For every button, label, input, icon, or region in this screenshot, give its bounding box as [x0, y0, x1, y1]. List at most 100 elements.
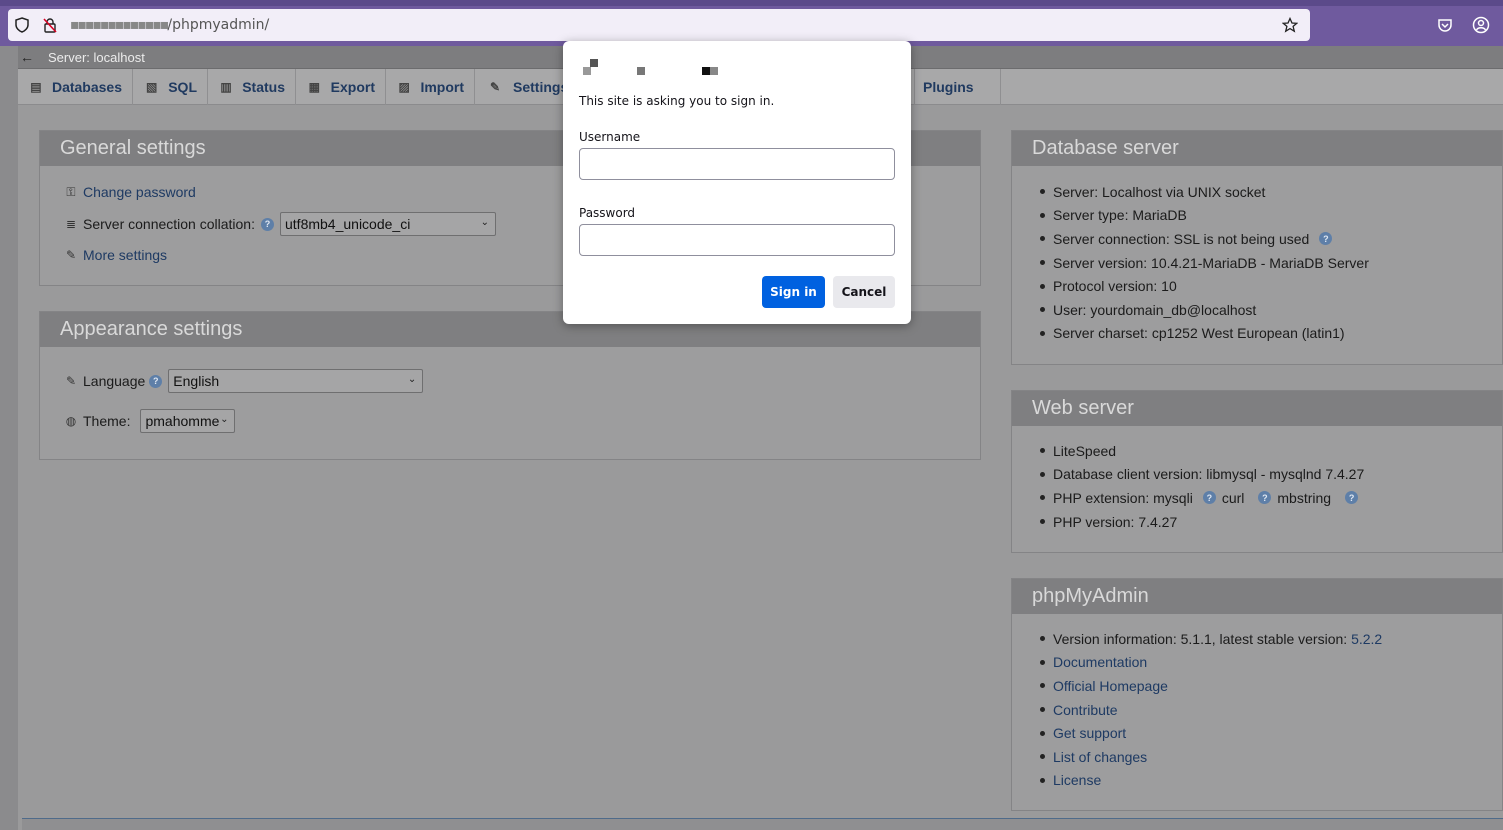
- list-item: Get support: [1040, 721, 1382, 745]
- theme-value: pmahomme: [145, 413, 220, 429]
- sign-in-dialog: This site is asking you to sign in. User…: [563, 41, 911, 324]
- panel-title: phpMyAdmin: [1012, 579, 1502, 614]
- address-bar[interactable]: ▪▪▪▪▪▪▪▪▪▪▪▪▪/phpmyadmin/: [8, 9, 1310, 41]
- language-value: English: [173, 373, 220, 389]
- collation-select[interactable]: utf8mb4_unicode_ci ⌄: [280, 212, 496, 236]
- more-settings-row[interactable]: ✎ More settings: [63, 247, 167, 263]
- status-icon: ▥: [220, 80, 232, 94]
- change-password-link[interactable]: Change password: [83, 184, 196, 200]
- contribute-link[interactable]: Contribute: [1053, 702, 1118, 718]
- tab-label: SQL: [168, 79, 197, 95]
- theme-select[interactable]: pmahomme ⌄: [140, 409, 236, 433]
- version-text: Version information: 5.1.1, latest stabl…: [1053, 630, 1348, 647]
- shield-icon[interactable]: [8, 9, 36, 41]
- bookmark-star-icon[interactable]: [1276, 9, 1304, 41]
- list-item: Server version: 10.4.21-MariaDB - MariaD…: [1040, 251, 1369, 275]
- license-link[interactable]: License: [1053, 772, 1101, 788]
- url-path: /phpmyadmin/: [167, 17, 270, 33]
- account-icon[interactable]: [1468, 12, 1494, 38]
- php-extension-text: PHP extension: mysqli: [1053, 489, 1193, 506]
- help-icon[interactable]: ?: [1319, 232, 1333, 246]
- help-icon[interactable]: ?: [1258, 491, 1272, 505]
- language-row: ✎ Language ? English ⌄: [63, 369, 424, 393]
- list-item: PHP extension: mysqli ? curl ? mbstring …: [1040, 486, 1364, 510]
- browser-toolbar: ▪▪▪▪▪▪▪▪▪▪▪▪▪/phpmyadmin/: [0, 0, 1503, 46]
- list-item: List of changes: [1040, 745, 1382, 769]
- list-item: Official Homepage: [1040, 674, 1382, 698]
- list-item: Documentation: [1040, 651, 1382, 675]
- documentation-link[interactable]: Documentation: [1053, 654, 1147, 670]
- ext-mbstring: mbstring: [1277, 489, 1332, 506]
- breadcrumb-server[interactable]: Server: localhost: [48, 50, 145, 65]
- list-item: Contribute: [1040, 698, 1382, 722]
- change-password-row[interactable]: ⚿ Change password: [63, 184, 196, 200]
- list-item: PHP version: 7.4.27: [1040, 510, 1364, 534]
- sign-in-button[interactable]: Sign in: [762, 276, 825, 308]
- url-host-redacted: ▪▪▪▪▪▪▪▪▪▪▪▪▪: [70, 17, 169, 33]
- get-support-link[interactable]: Get support: [1053, 725, 1126, 741]
- username-label: Username: [579, 130, 641, 144]
- collation-value: utf8mb4_unicode_ci: [285, 216, 411, 232]
- language-label: Language: [83, 373, 146, 389]
- phpmyadmin-list: Version information: 5.1.1, latest stabl…: [1040, 627, 1382, 792]
- insecure-lock-icon[interactable]: [36, 9, 64, 41]
- list-item: User: yourdomain_db@localhost: [1040, 298, 1369, 322]
- tab-strip: [0, 0, 1503, 6]
- plugins-icon: [915, 80, 919, 94]
- tab-label: Settings: [513, 79, 569, 95]
- tab-export[interactable]: ▦ Export: [296, 69, 386, 105]
- list-item: Server connection: SSL is not being used…: [1040, 227, 1369, 251]
- wrench-icon: ✎: [65, 248, 77, 262]
- tab-import[interactable]: ▨ Import: [386, 69, 475, 105]
- list-item: Server: Localhost via UNIX socket: [1040, 180, 1369, 204]
- key-icon: ⚿: [66, 184, 76, 199]
- language-icon: ✎: [65, 374, 77, 388]
- tab-databases[interactable]: ▤ Databases: [18, 69, 133, 105]
- language-select[interactable]: English ⌄: [168, 369, 424, 393]
- export-icon: ▦: [308, 80, 320, 94]
- console-bar[interactable]: [22, 818, 1503, 830]
- help-icon[interactable]: ?: [261, 217, 274, 231]
- collation-row: ≣ Server connection collation: ? utf8mb4…: [63, 212, 496, 236]
- ext-curl: curl: [1221, 489, 1245, 506]
- help-icon[interactable]: ?: [1345, 491, 1359, 505]
- palette-icon: ◍: [65, 414, 77, 428]
- database-icon: ▤: [30, 80, 42, 94]
- chevron-down-icon: ⌄: [220, 414, 229, 425]
- chevron-down-icon: ⌄: [480, 217, 489, 228]
- list-of-changes-link[interactable]: List of changes: [1053, 749, 1147, 765]
- tab-label: Import: [420, 79, 464, 95]
- sql-icon: ▧: [145, 80, 158, 94]
- official-homepage-link[interactable]: Official Homepage: [1053, 678, 1168, 694]
- tab-status[interactable]: ▥ Status: [208, 69, 296, 105]
- help-icon[interactable]: ?: [149, 374, 163, 388]
- username-field[interactable]: [579, 148, 895, 180]
- cancel-button[interactable]: Cancel: [833, 276, 895, 308]
- theme-row: ◍ Theme: pmahomme ⌄: [63, 409, 236, 433]
- pocket-icon[interactable]: [1432, 12, 1458, 38]
- tab-label: Plugins: [923, 79, 974, 95]
- url-text: ▪▪▪▪▪▪▪▪▪▪▪▪▪/phpmyadmin/: [70, 17, 269, 33]
- tab-plugins[interactable]: Plugins: [915, 69, 1001, 105]
- list-item: License: [1040, 769, 1382, 793]
- tab-label: Export: [330, 79, 375, 95]
- password-label: Password: [579, 206, 636, 220]
- latest-version-link[interactable]: 5.2.2: [1351, 631, 1382, 647]
- list-item: Server type: MariaDB: [1040, 204, 1369, 228]
- web-server-list: LiteSpeed Database client version: libmy…: [1040, 439, 1364, 533]
- tab-sql[interactable]: ▧ SQL: [133, 69, 208, 105]
- ssl-text: Server connection: SSL is not being used: [1053, 230, 1310, 247]
- password-field[interactable]: [579, 224, 895, 256]
- chevron-down-icon: ⌄: [407, 374, 417, 385]
- import-icon: ▨: [398, 80, 410, 94]
- dialog-message: This site is asking you to sign in.: [579, 94, 775, 108]
- list-item: LiteSpeed: [1040, 439, 1364, 463]
- help-icon[interactable]: ?: [1202, 491, 1216, 505]
- back-arrow-icon[interactable]: ←: [20, 49, 34, 65]
- panel-title: Web server: [1012, 391, 1502, 426]
- navigation-panel-edge: [0, 46, 18, 830]
- database-server-list: Server: Localhost via UNIX socket Server…: [1040, 180, 1369, 345]
- panel-title: Database server: [1012, 131, 1502, 166]
- more-settings-link[interactable]: More settings: [83, 247, 167, 263]
- wrench-icon: ✎: [489, 80, 501, 94]
